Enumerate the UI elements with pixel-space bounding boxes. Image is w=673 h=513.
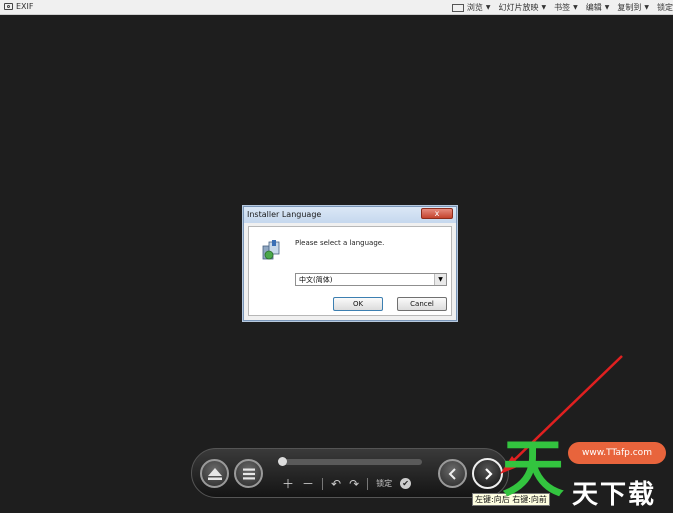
menu-label: 幻灯片放映 <box>498 3 539 12</box>
menu-copy-to[interactable]: 复制到 ▼ <box>617 2 649 13</box>
menu-label: 复制到 <box>617 3 642 12</box>
eject-button[interactable] <box>200 459 229 488</box>
watermark-url: www.TTafp.com <box>568 442 666 464</box>
caret-down-icon: ▼ <box>604 4 610 11</box>
chevron-right-icon <box>484 467 493 480</box>
top-toolbar: EXIF 浏览 ▼ 幻灯片放映 ▼ 书签 ▼ 编辑 ▼ 复制到 ▼ 锁定 <box>0 0 673 15</box>
watermark-text: 天下载 <box>572 480 657 510</box>
hamburger-icon <box>242 468 255 479</box>
close-button[interactable]: x <box>421 208 453 219</box>
progress-slider[interactable] <box>278 457 422 466</box>
camera-icon <box>4 3 13 10</box>
menu-lock[interactable]: 锁定 <box>657 2 673 13</box>
divider <box>367 477 369 490</box>
viewer-control-bar: ＋ － ↶ ↷ 锁定 ✔ <box>191 448 509 498</box>
top-menus: 浏览 ▼ 幻灯片放映 ▼ 书签 ▼ 编辑 ▼ 复制到 ▼ 锁定 <box>451 2 673 13</box>
exif-label: EXIF <box>16 2 34 11</box>
menu-label: 书签 <box>554 3 571 12</box>
exif-button[interactable]: EXIF <box>4 2 34 11</box>
dialog-titlebar[interactable]: Installer Language x <box>244 207 456 223</box>
zoom-in-icon[interactable]: ＋ <box>282 475 294 492</box>
menu-label: 编辑 <box>585 3 602 12</box>
ok-button[interactable]: OK <box>333 297 383 311</box>
menu-edit[interactable]: 编辑 ▼ <box>586 2 610 13</box>
installer-language-dialog: Installer Language x Please select a lan… <box>243 206 457 321</box>
view-icon <box>451 3 464 12</box>
site-watermark: 天 www.TTafp.com 天下载 <box>496 430 673 513</box>
previous-button[interactable] <box>438 459 467 488</box>
dialog-title: Installer Language <box>247 210 322 219</box>
rotate-right-icon[interactable]: ↷ <box>349 477 359 491</box>
caret-down-icon: ▼ <box>573 4 578 11</box>
selected-language: 中文(简体) <box>299 276 333 284</box>
dialog-prompt: Please select a language. <box>295 239 385 247</box>
chevron-down-icon[interactable]: ▼ <box>434 274 446 285</box>
dialog-body: Please select a language. 中文(简体) ▼ OK Ca… <box>248 226 452 316</box>
menu-button[interactable] <box>234 459 263 488</box>
menu-label: 浏览 <box>466 3 483 12</box>
menu-bookmarks[interactable]: 书签 ▼ <box>554 2 578 13</box>
check-icon[interactable]: ✔ <box>400 478 412 489</box>
eject-icon <box>207 467 222 480</box>
caret-down-icon: ▼ <box>541 4 547 11</box>
caret-down-icon: ▼ <box>485 4 491 11</box>
divider <box>322 477 324 490</box>
language-select[interactable]: 中文(简体) ▼ <box>295 273 447 286</box>
caret-down-icon: ▼ <box>644 4 649 11</box>
menu-browse[interactable]: 浏览 ▼ <box>451 2 491 13</box>
cancel-button[interactable]: Cancel <box>397 297 447 311</box>
installer-icon <box>262 240 280 260</box>
rotate-left-icon[interactable]: ↶ <box>331 477 341 491</box>
zoom-out-icon[interactable]: － <box>302 475 314 492</box>
menu-label: 锁定 <box>657 3 673 12</box>
watermark-logo-char: 天 <box>502 432 565 505</box>
tool-row: ＋ － ↶ ↷ 锁定 ✔ <box>282 475 412 492</box>
slider-handle[interactable] <box>278 457 287 466</box>
chevron-left-icon <box>448 467 456 480</box>
menu-slideshow[interactable]: 幻灯片放映 ▼ <box>499 2 547 13</box>
lock-label[interactable]: 锁定 <box>376 478 392 489</box>
